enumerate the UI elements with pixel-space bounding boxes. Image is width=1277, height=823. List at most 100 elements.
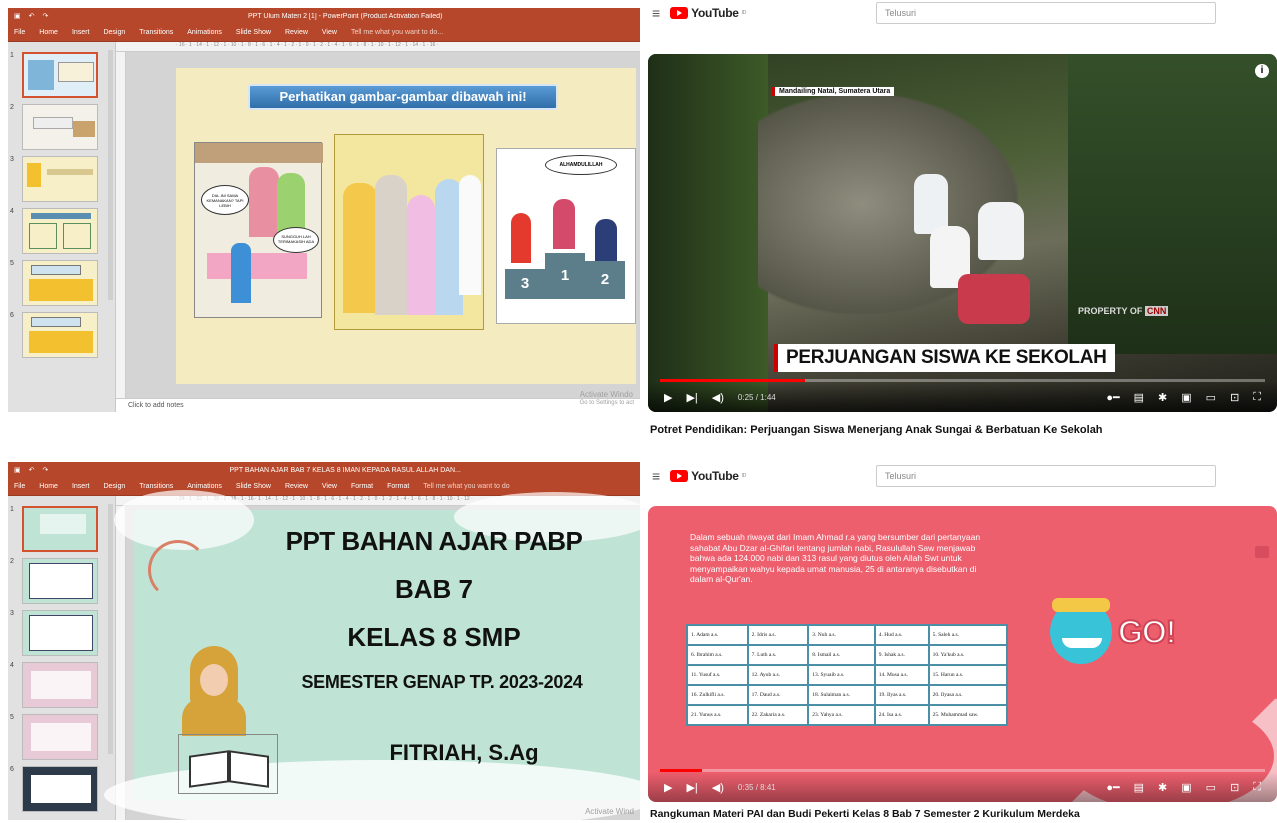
- slide-author: FITRIAH, S.Ag: [389, 740, 539, 765]
- tab-insert[interactable]: Insert: [72, 483, 90, 490]
- book-image[interactable]: [178, 734, 278, 794]
- slide-thumbnail[interactable]: 1: [8, 52, 115, 98]
- fullscreen-icon[interactable]: ⛶: [1253, 391, 1261, 404]
- illustration-family: [334, 134, 484, 330]
- slide-thumbnail[interactable]: 4: [8, 662, 115, 708]
- subtitles-icon[interactable]: ▤: [1134, 781, 1144, 794]
- tab-review[interactable]: Review: [285, 483, 308, 490]
- tab-format-picture[interactable]: Format: [387, 483, 409, 490]
- video-player[interactable]: Mandailing Natal, Sumatera Utara i PROPE…: [648, 54, 1277, 412]
- table-cell: 3. Nuh a.s.: [809, 626, 874, 644]
- table-cell: 7. Luth a.s.: [748, 646, 808, 664]
- table-cell: 19. Ilyas a.s.: [875, 686, 928, 704]
- play-icon[interactable]: ▶: [664, 781, 672, 794]
- cast-icon[interactable]: ⊡: [1230, 391, 1239, 404]
- powerpoint-window-2: ▣ ↶ ↷ PPT BAHAN AJAR BAB 7 KELAS 8 IMAN …: [8, 462, 640, 820]
- youtube-window-2: ≡ YouTube ID Telusuri Dalam sebuah riwaya…: [648, 458, 1277, 823]
- search-input[interactable]: Telusuri: [876, 465, 1217, 487]
- tab-file[interactable]: File: [14, 483, 25, 490]
- powerpoint-window-1: ▣ ↶ ↷ PPT Ulum Materi 2 [1] - PowerPoint…: [8, 8, 640, 412]
- info-icon[interactable]: i: [1255, 64, 1269, 78]
- tab-animations[interactable]: Animations: [187, 29, 222, 36]
- tab-review[interactable]: Review: [285, 29, 308, 36]
- save-icon[interactable]: ▣: [14, 12, 21, 20]
- subtitles-icon[interactable]: ▤: [1134, 391, 1144, 404]
- tab-home[interactable]: Home: [39, 483, 58, 490]
- slide-thumbnail[interactable]: 6: [8, 766, 115, 812]
- tab-design[interactable]: Design: [103, 483, 125, 490]
- table-cell: 24. Isa a.s.: [875, 706, 928, 724]
- tab-home[interactable]: Home: [39, 29, 58, 36]
- search-input[interactable]: Telusuri: [876, 2, 1217, 24]
- settings-icon[interactable]: ✱: [1158, 781, 1167, 794]
- slide-thumbnail[interactable]: 2: [8, 104, 115, 150]
- autoplay-toggle[interactable]: ●━: [1106, 781, 1119, 794]
- slide-thumbnail[interactable]: 5: [8, 714, 115, 760]
- tab-transitions[interactable]: Transitions: [139, 483, 173, 490]
- decorative-swirl: [148, 540, 208, 600]
- play-icon[interactable]: ▶: [664, 391, 672, 404]
- youtube-window-1: ≡ YouTube ID Telusuri Mandailing Natal, S…: [648, 0, 1277, 440]
- youtube-play-icon: [670, 7, 689, 19]
- horizontal-ruler: · 16 · 1 · 14 · 1 · 12 · 1 · 10 · 1 · 8 …: [116, 42, 640, 52]
- player-controls: ▶ ▶| ◀) 0:35 / 8:41 ●━ ▤ ✱ ▣ ▭ ⊡ ⛶: [648, 772, 1277, 802]
- redo-icon[interactable]: ↷: [43, 466, 49, 474]
- video-player[interactable]: Dalam sebuah riwayat dari Imam Ahmad r.a…: [648, 506, 1277, 802]
- theater-icon[interactable]: ▭: [1206, 781, 1216, 794]
- video-title[interactable]: Rangkuman Materi PAI dan Budi Pekerti Ke…: [650, 808, 1080, 820]
- tab-animations[interactable]: Animations: [187, 483, 222, 490]
- miniplayer-icon[interactable]: ▣: [1181, 391, 1191, 404]
- tab-view[interactable]: View: [322, 483, 337, 490]
- slide-thumbnail[interactable]: 4: [8, 208, 115, 254]
- podium-step: 3: [505, 269, 545, 299]
- menu-icon[interactable]: ≡: [652, 468, 660, 484]
- slide-canvas[interactable]: Perhatikan gambar-gambar dibawah ini! DI…: [176, 68, 636, 384]
- slide-thumbnail[interactable]: 6: [8, 312, 115, 358]
- undo-icon[interactable]: ↶: [29, 12, 35, 20]
- cast-icon[interactable]: ⊡: [1230, 781, 1239, 794]
- speech-bubble: SUNGGUH LAH TERIMAKASIH ADA: [273, 227, 319, 253]
- tab-format-drawing[interactable]: Format: [351, 483, 373, 490]
- tell-me-input[interactable]: Tell me what you want to do...: [351, 29, 443, 36]
- tab-file[interactable]: File: [14, 29, 25, 36]
- notes-pane[interactable]: Click to add notes: [116, 398, 640, 412]
- tab-view[interactable]: View: [322, 29, 337, 36]
- save-icon[interactable]: ▣: [14, 466, 21, 474]
- time-display: 0:25 / 1:44: [737, 392, 776, 402]
- autoplay-toggle[interactable]: ●━: [1106, 391, 1119, 404]
- theater-icon[interactable]: ▭: [1206, 391, 1216, 404]
- next-icon[interactable]: ▶|: [686, 391, 697, 404]
- tab-transitions[interactable]: Transitions: [139, 29, 173, 36]
- slide-title-line: BAB 7: [394, 574, 473, 604]
- youtube-logo[interactable]: YouTube ID: [670, 469, 746, 483]
- redo-icon[interactable]: ↷: [43, 12, 49, 20]
- undo-icon[interactable]: ↶: [29, 466, 35, 474]
- slide-thumbnails: 1 2 3 4 5 6: [8, 496, 116, 820]
- youtube-logo[interactable]: YouTube ID: [670, 6, 746, 20]
- thumbnail-scrollbar[interactable]: [108, 504, 113, 754]
- settings-icon[interactable]: ✱: [1158, 391, 1167, 404]
- slide-thumbnail[interactable]: 5: [8, 260, 115, 306]
- video-title[interactable]: Potret Pendidikan: Perjuangan Siswa Mene…: [650, 424, 1103, 436]
- tell-me-input[interactable]: Tell me what you want to do: [423, 483, 509, 490]
- tab-design[interactable]: Design: [103, 29, 125, 36]
- fullscreen-icon[interactable]: ⛶: [1253, 781, 1261, 794]
- tab-insert[interactable]: Insert: [72, 29, 90, 36]
- table-cell: 9. Ishak a.s.: [875, 646, 928, 664]
- volume-icon[interactable]: ◀): [712, 391, 724, 404]
- slide-thumbnail[interactable]: 2: [8, 558, 115, 604]
- tab-slide-show[interactable]: Slide Show: [236, 29, 271, 36]
- next-icon[interactable]: ▶|: [686, 781, 697, 794]
- speech-bubble: DIA..INI SAMA KEMANAKAN? TAPI LEBIH: [201, 185, 249, 215]
- thumbnail-scrollbar[interactable]: [108, 50, 113, 300]
- tab-slide-show[interactable]: Slide Show: [236, 483, 271, 490]
- slide-thumbnail[interactable]: 1: [8, 506, 115, 552]
- location-label: Mandailing Natal, Sumatera Utara: [772, 87, 895, 96]
- miniplayer-icon[interactable]: ▣: [1181, 781, 1191, 794]
- slide-canvas[interactable]: PPT BAHAN AJAR PABP BAB 7 KELAS 8 SMP SE…: [104, 490, 640, 820]
- menu-icon[interactable]: ≡: [652, 5, 660, 21]
- slide-title-line: KELAS 8 SMP: [347, 622, 521, 652]
- slide-thumbnail[interactable]: 3: [8, 610, 115, 656]
- volume-icon[interactable]: ◀): [712, 781, 724, 794]
- slide-thumbnail[interactable]: 3: [8, 156, 115, 202]
